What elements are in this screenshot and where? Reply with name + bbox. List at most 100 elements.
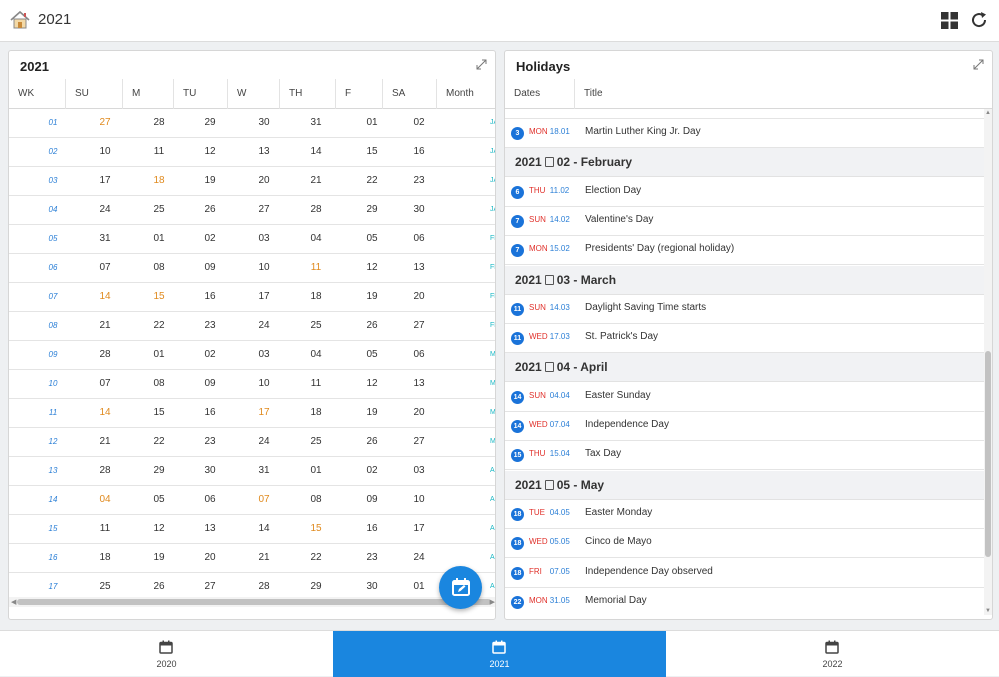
day-cell-friday[interactable]: 12	[353, 254, 391, 282]
day-cell-saturday[interactable]: 20	[400, 399, 438, 427]
day-cell-wednesday[interactable]: 21	[245, 544, 283, 572]
day-cell-sunday[interactable]: 21	[86, 312, 124, 340]
day-cell-monday[interactable]: 01	[140, 341, 178, 369]
day-cell-saturday[interactable]: 16	[400, 138, 438, 166]
holiday-item[interactable]: 7 MON 15.02 Presidents' Day (regional holid…	[505, 236, 986, 266]
day-cell-monday[interactable]: 15	[140, 283, 178, 311]
scroll-left-icon[interactable]: ◀	[11, 598, 16, 606]
day-cell-tuesday[interactable]: 02	[191, 341, 229, 369]
day-cell-monday[interactable]: 08	[140, 370, 178, 398]
year-tab-2021[interactable]: 2021	[333, 631, 666, 677]
day-cell-sunday[interactable]: 14	[86, 399, 124, 427]
day-cell-monday[interactable]: 11	[140, 138, 178, 166]
week-number[interactable]: 10	[9, 370, 97, 398]
day-cell-tuesday[interactable]: 29	[191, 109, 229, 137]
week-number[interactable]: 13	[9, 457, 97, 485]
day-cell-thursday[interactable]: 11	[297, 370, 335, 398]
day-cell-thursday[interactable]: 08	[297, 486, 335, 514]
day-cell-monday[interactable]: 29	[140, 457, 178, 485]
day-cell-friday[interactable]: 15	[353, 138, 391, 166]
day-cell-monday[interactable]: 19	[140, 544, 178, 572]
day-cell-wednesday[interactable]: 07	[245, 486, 283, 514]
day-cell-saturday[interactable]: 13	[400, 254, 438, 282]
day-cell-monday[interactable]: 25	[140, 196, 178, 224]
week-number[interactable]: 11	[9, 399, 97, 427]
holiday-item[interactable]: 14 WED 07.04 Independence Day	[505, 412, 986, 441]
day-cell-friday[interactable]: 16	[353, 515, 391, 543]
day-cell-sunday[interactable]: 14	[86, 283, 124, 311]
week-number[interactable]: 16	[9, 544, 97, 572]
scroll-up-icon[interactable]: ▲	[985, 110, 991, 116]
day-cell-monday[interactable]: 01	[140, 225, 178, 253]
home-icon[interactable]	[9, 9, 31, 31]
holiday-item[interactable]: 3 MON 18.01 Martin Luther King Jr. Day	[505, 119, 986, 148]
day-cell-friday[interactable]: 19	[353, 283, 391, 311]
day-cell-sunday[interactable]: 28	[86, 341, 124, 369]
grid-icon[interactable]	[941, 12, 958, 29]
day-cell-sunday[interactable]: 24	[86, 196, 124, 224]
holiday-item[interactable]: 11 SUN 14.03 Daylight Saving Time starts	[505, 295, 986, 324]
day-cell-friday[interactable]: 26	[353, 312, 391, 340]
day-cell-friday[interactable]: 09	[353, 486, 391, 514]
day-cell-wednesday[interactable]: 13	[245, 138, 283, 166]
scroll-right-icon[interactable]: ▶	[490, 598, 495, 606]
day-cell-friday[interactable]: 29	[353, 196, 391, 224]
day-cell-monday[interactable]: 08	[140, 254, 178, 282]
day-cell-thursday[interactable]: 14	[297, 138, 335, 166]
today-button[interactable]	[439, 566, 482, 609]
day-cell-wednesday[interactable]: 14	[245, 515, 283, 543]
day-cell-saturday[interactable]: 30	[400, 196, 438, 224]
day-cell-wednesday[interactable]: 10	[245, 370, 283, 398]
day-cell-saturday[interactable]: 06	[400, 225, 438, 253]
day-cell-wednesday[interactable]: 17	[245, 399, 283, 427]
day-cell-friday[interactable]: 05	[353, 341, 391, 369]
day-cell-saturday[interactable]: 27	[400, 312, 438, 340]
day-cell-wednesday[interactable]: 30	[245, 109, 283, 137]
day-cell-sunday[interactable]: 04	[86, 486, 124, 514]
day-cell-thursday[interactable]: 01	[297, 457, 335, 485]
day-cell-wednesday[interactable]: 10	[245, 254, 283, 282]
day-cell-friday[interactable]: 02	[353, 457, 391, 485]
horizontal-scrollbar[interactable]: ◀ ▶	[9, 597, 495, 607]
day-cell-thursday[interactable]: 22	[297, 544, 335, 572]
day-cell-friday[interactable]: 26	[353, 428, 391, 456]
day-cell-tuesday[interactable]: 26	[191, 196, 229, 224]
day-cell-sunday[interactable]: 07	[86, 254, 124, 282]
day-cell-monday[interactable]: 12	[140, 515, 178, 543]
day-cell-saturday[interactable]: 23	[400, 167, 438, 195]
day-cell-tuesday[interactable]: 16	[191, 399, 229, 427]
day-cell-saturday[interactable]: 27	[400, 428, 438, 456]
week-number[interactable]: 04	[9, 196, 97, 224]
day-cell-wednesday[interactable]: 31	[245, 457, 283, 485]
day-cell-saturday[interactable]: 02	[400, 109, 438, 137]
day-cell-monday[interactable]: 05	[140, 486, 178, 514]
day-cell-saturday[interactable]: 17	[400, 515, 438, 543]
day-cell-wednesday[interactable]: 20	[245, 167, 283, 195]
year-tab-2020[interactable]: 2020	[0, 631, 333, 677]
day-cell-sunday[interactable]: 18	[86, 544, 124, 572]
day-cell-tuesday[interactable]: 09	[191, 254, 229, 282]
day-cell-thursday[interactable]: 18	[297, 399, 335, 427]
holiday-item[interactable]: 15 THU 15.04 Tax Day	[505, 441, 986, 471]
day-cell-thursday[interactable]: 25	[297, 428, 335, 456]
day-cell-wednesday[interactable]: 03	[245, 225, 283, 253]
day-cell-thursday[interactable]: 15	[297, 515, 335, 543]
day-cell-friday[interactable]: 23	[353, 544, 391, 572]
day-cell-thursday[interactable]: 18	[297, 283, 335, 311]
vertical-scrollbar[interactable]: ▲ ▼	[984, 109, 992, 615]
day-cell-thursday[interactable]: 04	[297, 341, 335, 369]
day-cell-friday[interactable]: 12	[353, 370, 391, 398]
holiday-item[interactable]: 18 FRI 07.05 Independence Day observed	[505, 559, 986, 588]
holiday-item[interactable]: 11 WED 17.03 St. Patrick's Day	[505, 324, 986, 354]
day-cell-saturday[interactable]: 13	[400, 370, 438, 398]
scroll-down-icon[interactable]: ▼	[985, 608, 991, 614]
week-number[interactable]: 01	[9, 109, 97, 137]
day-cell-sunday[interactable]: 27	[86, 109, 124, 137]
day-cell-monday[interactable]: 15	[140, 399, 178, 427]
holiday-item[interactable]: 6 THU 11.02 Election Day	[505, 178, 986, 207]
scrollbar-thumb[interactable]	[985, 351, 991, 557]
day-cell-saturday[interactable]: 10	[400, 486, 438, 514]
day-cell-tuesday[interactable]: 23	[191, 312, 229, 340]
expand-icon[interactable]	[973, 59, 984, 70]
day-cell-thursday[interactable]: 04	[297, 225, 335, 253]
